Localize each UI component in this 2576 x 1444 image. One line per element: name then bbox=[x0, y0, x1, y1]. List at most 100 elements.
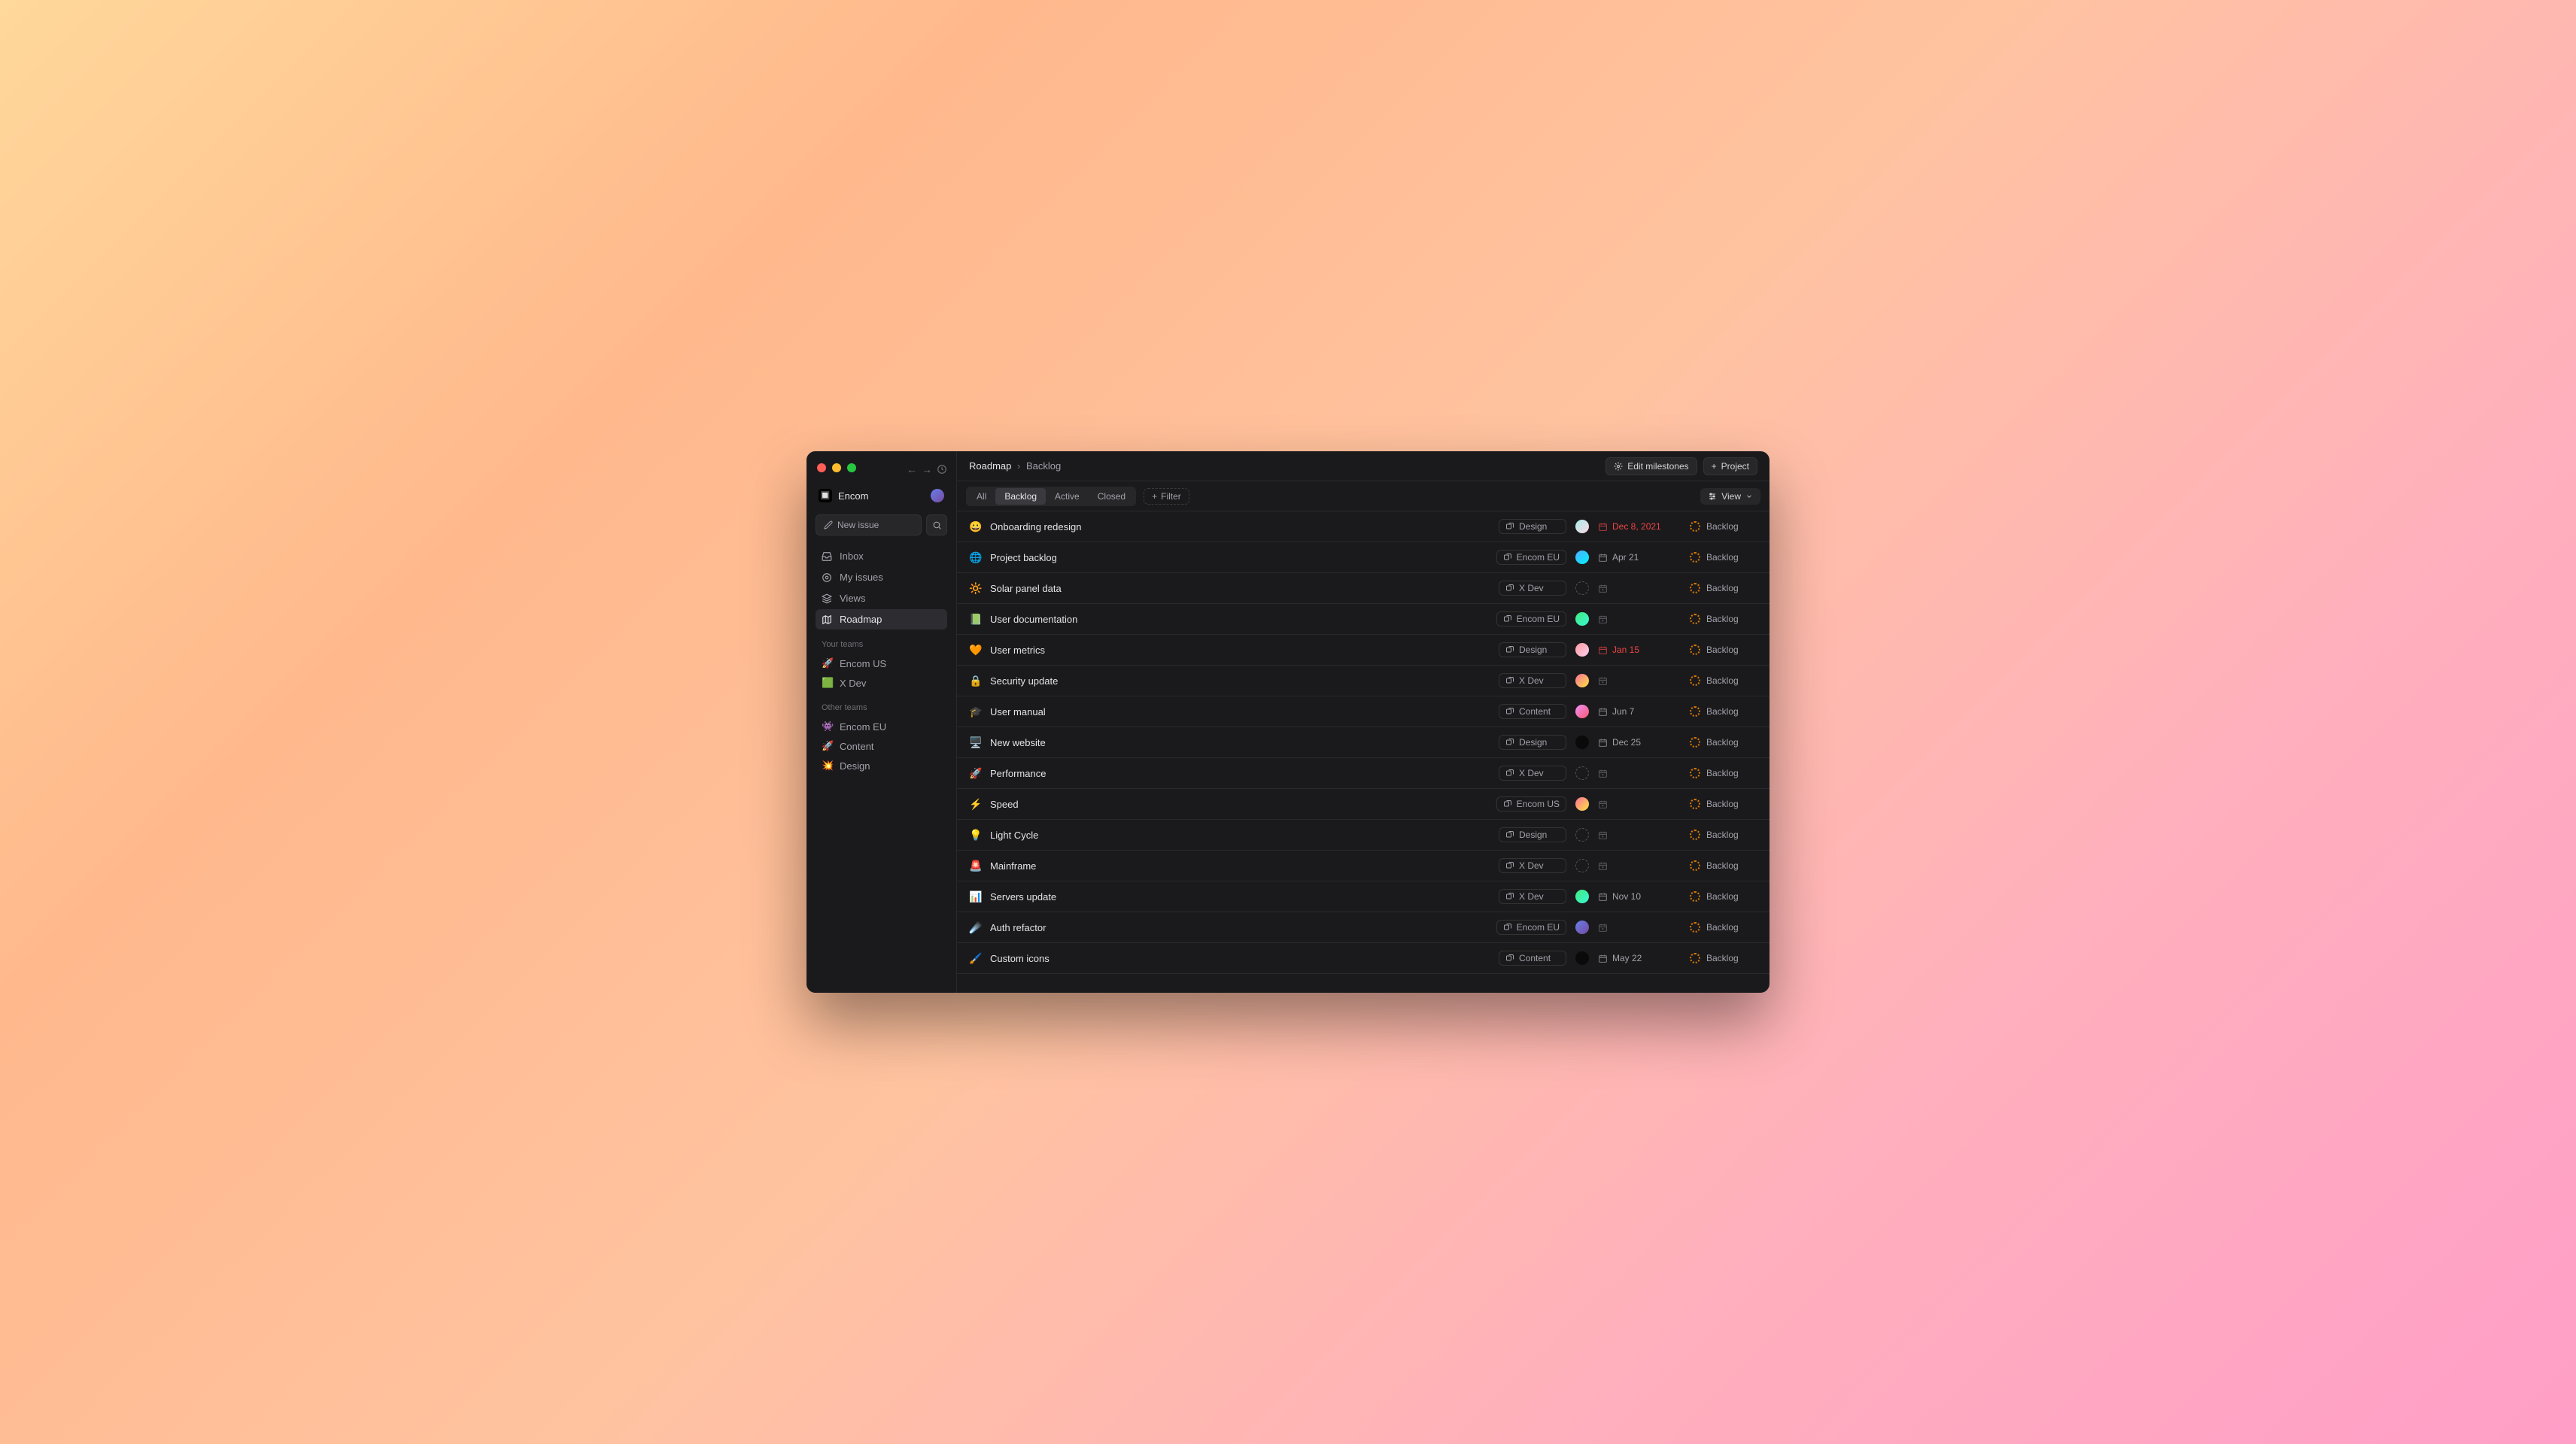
assignee-avatar[interactable] bbox=[1575, 705, 1589, 718]
status-cell[interactable]: Backlog bbox=[1690, 799, 1757, 809]
assignee-avatar[interactable] bbox=[1575, 951, 1589, 965]
team-pill[interactable]: X Dev bbox=[1499, 766, 1566, 781]
assignee-avatar[interactable] bbox=[1575, 736, 1589, 749]
team-pill[interactable]: Encom EU bbox=[1496, 611, 1566, 626]
tab-all[interactable]: All bbox=[968, 488, 995, 505]
due-date-empty[interactable] bbox=[1598, 861, 1681, 871]
team-pill[interactable]: Design bbox=[1499, 827, 1566, 842]
issue-row[interactable]: 📊 Servers update X Dev Nov 10 Backlog bbox=[957, 881, 1769, 912]
assignee-avatar[interactable] bbox=[1575, 890, 1589, 903]
assignee-avatar[interactable] bbox=[1575, 797, 1589, 811]
new-issue-button[interactable]: New issue bbox=[816, 514, 922, 535]
issue-row[interactable]: 🖌️ Custom icons Content May 22 Backlog bbox=[957, 943, 1769, 974]
due-date-empty[interactable] bbox=[1598, 614, 1681, 624]
team-pill[interactable]: Design bbox=[1499, 735, 1566, 750]
team-pill[interactable]: Encom EU bbox=[1496, 550, 1566, 565]
nav-forward-icon[interactable]: → bbox=[922, 463, 932, 475]
team-pill[interactable]: Design bbox=[1499, 642, 1566, 657]
status-cell[interactable]: Backlog bbox=[1690, 583, 1757, 593]
due-date-empty[interactable] bbox=[1598, 799, 1681, 809]
issue-row[interactable]: ☄️ Auth refactor Encom EU Backlog bbox=[957, 912, 1769, 943]
status-cell[interactable]: Backlog bbox=[1690, 614, 1757, 624]
nav-my-issues[interactable]: My issues bbox=[816, 567, 947, 587]
nav-inbox[interactable]: Inbox bbox=[816, 546, 947, 566]
status-cell[interactable]: Backlog bbox=[1690, 521, 1757, 532]
status-cell[interactable]: Backlog bbox=[1690, 552, 1757, 563]
issue-row[interactable]: 💡 Light Cycle Design Backlog bbox=[957, 820, 1769, 851]
issue-row[interactable]: 🖥️ New website Design Dec 25 Backlog bbox=[957, 727, 1769, 758]
status-cell[interactable]: Backlog bbox=[1690, 768, 1757, 778]
due-date-empty[interactable] bbox=[1598, 923, 1681, 933]
assignee-avatar[interactable] bbox=[1575, 921, 1589, 934]
view-button[interactable]: View bbox=[1700, 488, 1760, 505]
due-date-empty[interactable] bbox=[1598, 769, 1681, 778]
close-window[interactable] bbox=[817, 463, 826, 472]
assignee-avatar[interactable] bbox=[1575, 551, 1589, 564]
assignee-avatar[interactable] bbox=[1575, 520, 1589, 533]
assignee-empty[interactable] bbox=[1575, 766, 1589, 780]
edit-milestones-button[interactable]: Edit milestones bbox=[1605, 457, 1697, 475]
status-cell[interactable]: Backlog bbox=[1690, 706, 1757, 717]
due-date-empty[interactable] bbox=[1598, 584, 1681, 593]
minimize-window[interactable] bbox=[832, 463, 841, 472]
maximize-window[interactable] bbox=[847, 463, 856, 472]
team-pill[interactable]: X Dev bbox=[1499, 673, 1566, 688]
issue-row[interactable]: 🚀 Performance X Dev Backlog bbox=[957, 758, 1769, 789]
due-date[interactable]: Apr 21 bbox=[1598, 552, 1681, 563]
status-cell[interactable]: Backlog bbox=[1690, 860, 1757, 871]
search-button[interactable] bbox=[926, 514, 947, 535]
issue-row[interactable]: 📗 User documentation Encom EU Backlog bbox=[957, 604, 1769, 635]
breadcrumb-root[interactable]: Roadmap bbox=[969, 460, 1011, 472]
user-avatar[interactable] bbox=[931, 489, 944, 502]
due-date-empty[interactable] bbox=[1598, 830, 1681, 840]
assignee-avatar[interactable] bbox=[1575, 674, 1589, 687]
assignee-avatar[interactable] bbox=[1575, 612, 1589, 626]
new-project-button[interactable]: + Project bbox=[1703, 457, 1757, 475]
team-pill[interactable]: Content bbox=[1499, 704, 1566, 719]
nav-roadmap[interactable]: Roadmap bbox=[816, 609, 947, 629]
tab-backlog[interactable]: Backlog bbox=[995, 488, 1046, 505]
due-date[interactable]: Dec 8, 2021 bbox=[1598, 521, 1681, 532]
team-pill[interactable]: X Dev bbox=[1499, 889, 1566, 904]
issue-row[interactable]: 🚨 Mainframe X Dev Backlog bbox=[957, 851, 1769, 881]
workspace-selector[interactable]: 🔲 Encom bbox=[816, 484, 947, 507]
assignee-empty[interactable] bbox=[1575, 581, 1589, 595]
assignee-avatar[interactable] bbox=[1575, 643, 1589, 657]
due-date[interactable]: Nov 10 bbox=[1598, 891, 1681, 902]
team-pill[interactable]: Encom EU bbox=[1496, 920, 1566, 935]
assignee-empty[interactable] bbox=[1575, 859, 1589, 872]
issue-row[interactable]: ⚡ Speed Encom US Backlog bbox=[957, 789, 1769, 820]
team-item[interactable]: 🚀Encom US bbox=[816, 654, 947, 673]
due-date[interactable]: Jun 7 bbox=[1598, 706, 1681, 717]
due-date[interactable]: Jan 15 bbox=[1598, 645, 1681, 655]
status-cell[interactable]: Backlog bbox=[1690, 891, 1757, 902]
status-cell[interactable]: Backlog bbox=[1690, 645, 1757, 655]
issue-row[interactable]: 🎓 User manual Content Jun 7 Backlog bbox=[957, 696, 1769, 727]
status-cell[interactable]: Backlog bbox=[1690, 922, 1757, 933]
team-pill[interactable]: X Dev bbox=[1499, 581, 1566, 596]
issue-row[interactable]: 🔒 Security update X Dev Backlog bbox=[957, 666, 1769, 696]
team-item[interactable]: 🟩X Dev bbox=[816, 673, 947, 693]
issue-row[interactable]: 🌐 Project backlog Encom EU Apr 21 Backlo… bbox=[957, 542, 1769, 573]
filter-button[interactable]: + Filter bbox=[1144, 488, 1189, 505]
team-pill[interactable]: Design bbox=[1499, 519, 1566, 534]
team-pill[interactable]: X Dev bbox=[1499, 858, 1566, 873]
tab-closed[interactable]: Closed bbox=[1089, 488, 1135, 505]
nav-back-icon[interactable]: ← bbox=[907, 463, 917, 475]
team-item[interactable]: 👾Encom EU bbox=[816, 717, 947, 736]
tab-active[interactable]: Active bbox=[1046, 488, 1089, 505]
team-item[interactable]: 🚀Content bbox=[816, 736, 947, 756]
due-date[interactable]: May 22 bbox=[1598, 953, 1681, 963]
status-cell[interactable]: Backlog bbox=[1690, 953, 1757, 963]
issue-row[interactable]: 🧡 User metrics Design Jan 15 Backlog bbox=[957, 635, 1769, 666]
due-date[interactable]: Dec 25 bbox=[1598, 737, 1681, 748]
issue-row[interactable]: 🔆 Solar panel data X Dev Backlog bbox=[957, 573, 1769, 604]
team-item[interactable]: 💥Design bbox=[816, 756, 947, 775]
due-date-empty[interactable] bbox=[1598, 676, 1681, 686]
status-cell[interactable]: Backlog bbox=[1690, 830, 1757, 840]
team-pill[interactable]: Content bbox=[1499, 951, 1566, 966]
status-cell[interactable]: Backlog bbox=[1690, 675, 1757, 686]
status-cell[interactable]: Backlog bbox=[1690, 737, 1757, 748]
history-icon[interactable] bbox=[937, 464, 947, 475]
issue-row[interactable]: 😀 Onboarding redesign Design Dec 8, 2021… bbox=[957, 511, 1769, 542]
